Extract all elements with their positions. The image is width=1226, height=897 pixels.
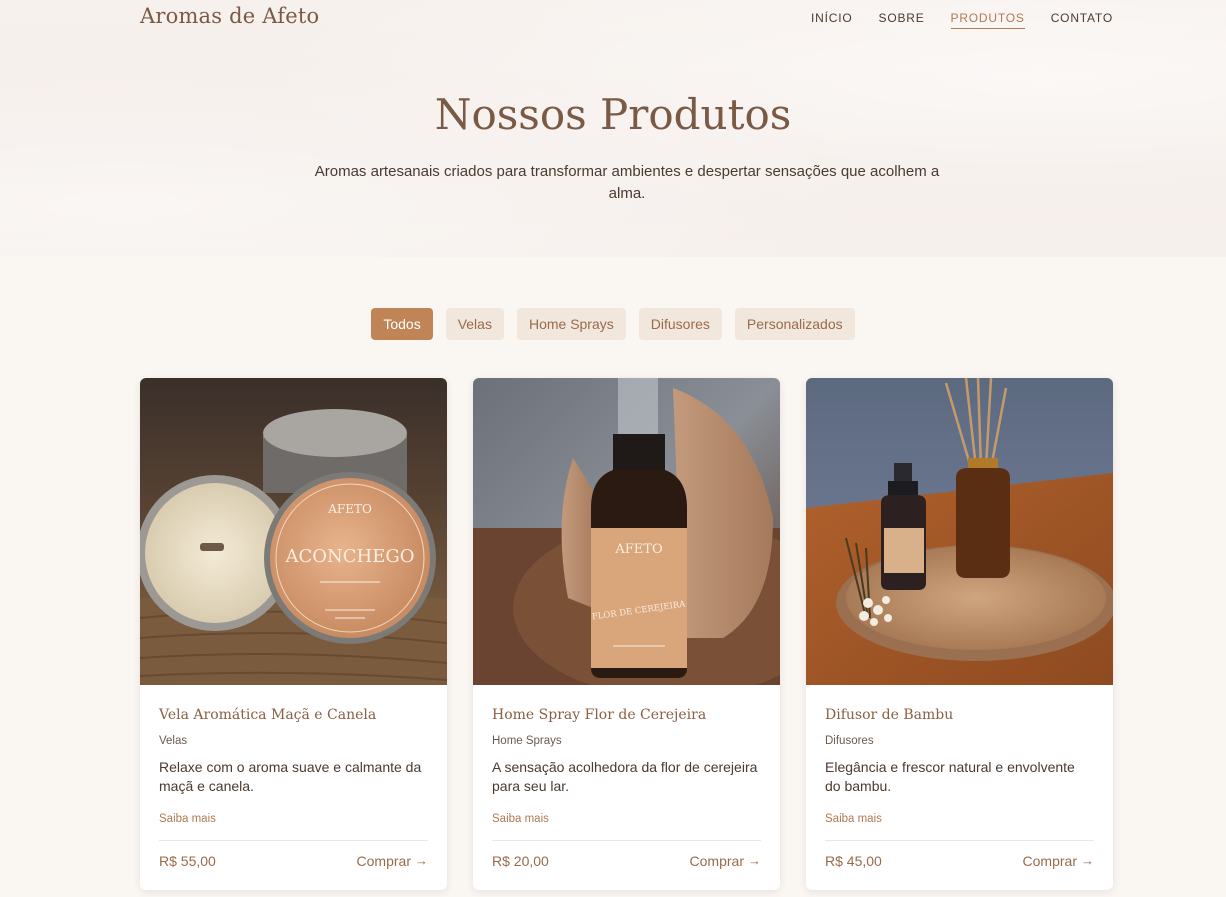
learn-more-link[interactable]: Saiba mais <box>159 813 216 825</box>
product-title[interactable]: Difusor de Bambu <box>825 707 1094 727</box>
learn-more-link[interactable]: Saiba mais <box>825 813 882 825</box>
filter-home-sprays[interactable]: Home Sprays <box>516 308 626 340</box>
product-price: R$ 55,00 <box>159 852 216 869</box>
product-description: Elegância e frescor natural e envolvente… <box>825 759 1075 794</box>
product-image-diffuser[interactable] <box>806 378 1113 685</box>
buy-button[interactable]: Comprar → <box>357 853 428 869</box>
page-subtitle: Aromas artesanais criados para transform… <box>314 163 940 202</box>
product-description: A sensação acolhedora da flor de cerejei… <box>492 759 758 794</box>
product-title[interactable]: Home Spray Flor de Cerejeira <box>492 707 761 727</box>
nav-inicio[interactable]: INÍCIO <box>811 11 852 29</box>
product-image-spray[interactable]: AFETO FLOR DE CEREJEIRA <box>473 378 780 685</box>
candle-label-text: ACONCHEGO <box>284 546 414 567</box>
product-description: Relaxe com o aroma suave e calmante da m… <box>159 759 422 794</box>
product-category: Velas <box>159 735 188 747</box>
product-footer: R$ 45,00 Comprar → <box>825 840 1094 880</box>
category-filters: Todos Velas Home Sprays Difusores Person… <box>0 308 1226 340</box>
buy-button-label: Comprar <box>1022 852 1077 869</box>
product-card: Difusor de Bambu Difusores Elegância e f… <box>806 378 1113 890</box>
learn-more-link[interactable]: Saiba mais <box>492 813 549 825</box>
main-nav: INÍCIO SOBRE PRODUTOS CONTATO <box>811 11 1113 29</box>
filter-difusores[interactable]: Difusores <box>638 308 722 340</box>
diffuser-photo <box>806 378 1113 685</box>
filter-velas[interactable]: Velas <box>445 308 504 340</box>
brand-logo[interactable]: Aromas de Afeto <box>140 4 319 28</box>
product-category: Home Sprays <box>492 735 562 747</box>
page-title: Nossos Produtos <box>434 90 792 139</box>
product-footer: R$ 55,00 Comprar → <box>159 840 428 880</box>
product-image-candle[interactable]: AFETO ACONCHEGO <box>140 378 447 685</box>
buy-button-label: Comprar <box>356 852 411 869</box>
product-category: Difusores <box>825 735 874 747</box>
product-price: R$ 20,00 <box>492 852 549 869</box>
buy-button[interactable]: Comprar → <box>1023 853 1094 869</box>
spray-photo: AFETO FLOR DE CEREJEIRA <box>473 378 780 685</box>
product-card: AFETO ACONCHEGO Vela Aromática Maçã e Ca… <box>140 378 447 890</box>
filter-todos[interactable]: Todos <box>371 308 433 340</box>
product-grid: AFETO ACONCHEGO Vela Aromática Maçã e Ca… <box>140 378 1113 890</box>
filter-personalizados[interactable]: Personalizados <box>734 308 855 340</box>
spray-brand-text: AFETO <box>614 542 662 557</box>
product-price: R$ 45,00 <box>825 852 882 869</box>
arrow-right-icon: → <box>415 853 428 868</box>
buy-button-label: Comprar <box>689 852 744 869</box>
product-card: AFETO FLOR DE CEREJEIRA Home Spray Flor … <box>473 378 780 890</box>
buy-button[interactable]: Comprar → <box>690 853 761 869</box>
arrow-right-icon: → <box>1081 853 1094 868</box>
arrow-right-icon: → <box>748 853 761 868</box>
nav-produtos[interactable]: PRODUTOS <box>950 11 1025 29</box>
product-footer: R$ 20,00 Comprar → <box>492 840 761 880</box>
candle-photo: AFETO ACONCHEGO <box>140 378 447 685</box>
candle-brand-text: AFETO <box>327 502 372 516</box>
nav-sobre[interactable]: SOBRE <box>879 11 925 29</box>
product-title[interactable]: Vela Aromática Maçã e Canela <box>159 707 428 727</box>
nav-contato[interactable]: CONTATO <box>1051 11 1113 29</box>
